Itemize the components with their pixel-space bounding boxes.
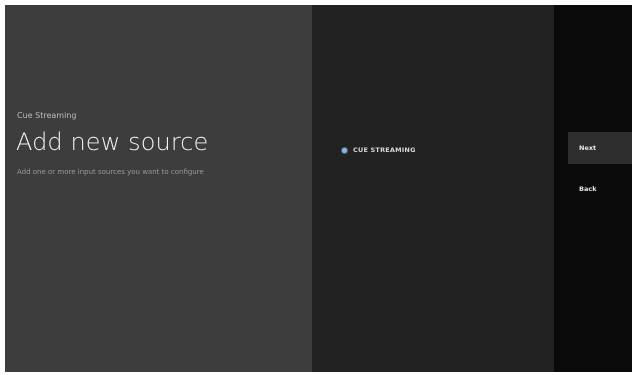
source-list-panel: CUE STREAMING	[312, 5, 554, 372]
page-description: Add one or more input sources you want t…	[17, 168, 204, 176]
back-button[interactable]: Back	[568, 173, 632, 205]
actions-panel: Next Back	[554, 5, 632, 372]
guidance-panel: Cue Streaming Add new source Add one or …	[5, 5, 312, 372]
page-title: Add new source	[16, 128, 209, 156]
next-button[interactable]: Next	[568, 132, 632, 164]
source-item-cue-streaming[interactable]: CUE STREAMING	[342, 146, 416, 154]
breadcrumb: Cue Streaming	[17, 111, 77, 120]
source-item-label: CUE STREAMING	[353, 146, 416, 154]
radio-selected-icon	[342, 147, 347, 153]
tv-setup-screen: Cue Streaming Add new source Add one or …	[5, 5, 632, 372]
